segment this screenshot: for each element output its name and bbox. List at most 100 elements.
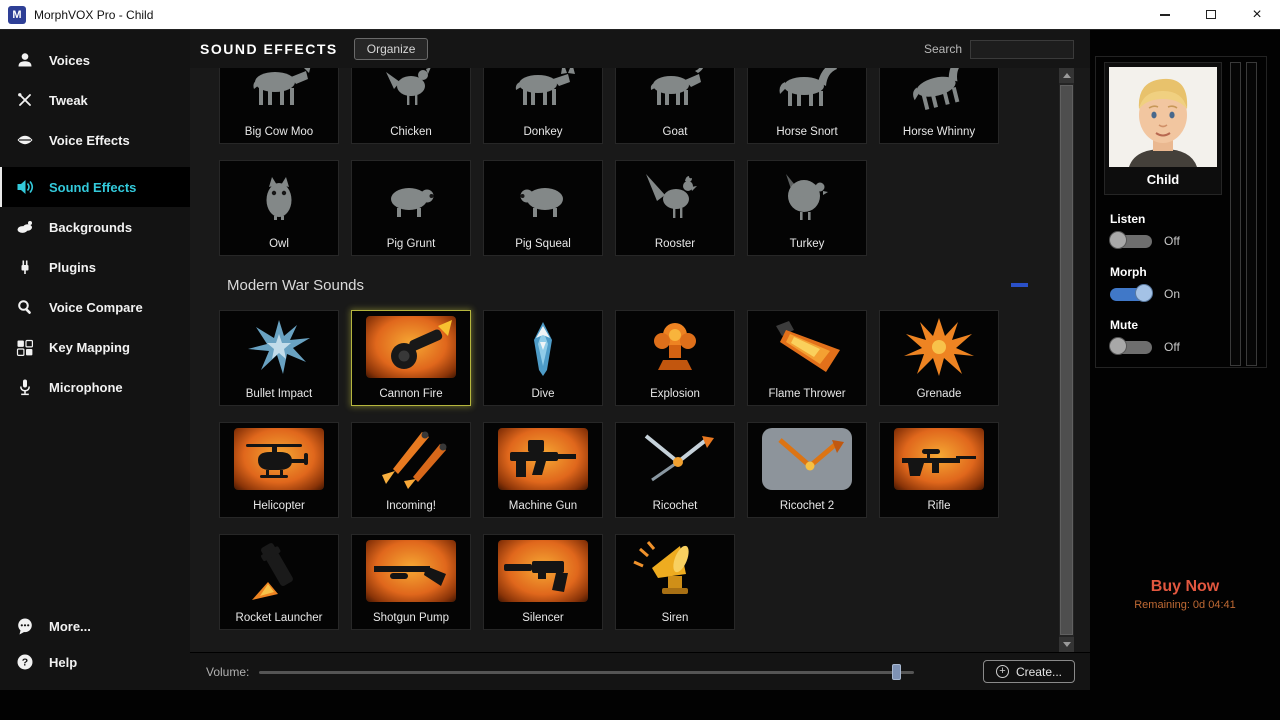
sidebar-item-key-mapping[interactable]: Key Mapping — [0, 327, 190, 367]
backgrounds-icon — [16, 218, 34, 236]
sidebar-item-plugins[interactable]: Plugins — [0, 247, 190, 287]
sound-tile-rifle[interactable]: Rifle — [879, 422, 999, 518]
volume-label: Volume: — [206, 665, 249, 679]
tile-label: Shotgun Pump — [352, 612, 470, 624]
sound-tile-grenade[interactable]: Grenade — [879, 310, 999, 406]
scroll-up-button[interactable] — [1059, 68, 1074, 83]
sound-effects-list: Big Cow Moo ChickenDonkey Goat Horse Snort H… — [190, 68, 1090, 652]
minimize-button[interactable] — [1142, 0, 1188, 29]
sound-tile-donkey[interactable]: Donkey — [483, 68, 603, 144]
voice-card: Child — [1104, 62, 1222, 195]
sound-tile-silencer[interactable]: Silencer — [483, 534, 603, 630]
voice-panel: Child ListenOffMorphOnMuteOff Buy Now Re… — [1090, 30, 1280, 690]
rocket-launcher-icon — [234, 540, 324, 602]
tile-label: Cannon Fire — [352, 388, 470, 400]
sound-tile-big-cow-moo[interactable]: Big Cow Moo — [219, 68, 339, 144]
plugins-icon — [16, 258, 34, 276]
app-icon: M — [8, 6, 26, 24]
tile-label: Helicopter — [220, 500, 338, 512]
app-body: VoicesTweak Voice Effects Sound EffectsBac… — [0, 30, 1280, 690]
buy-now-link[interactable]: Buy Now — [1090, 578, 1280, 596]
sound-group: Big Cow Moo ChickenDonkey Goat Horse Snort H… — [219, 68, 1030, 256]
sidebar-item-label: Voice Effects — [49, 133, 130, 148]
toggle-state: Off — [1164, 234, 1180, 248]
toggle-label: Mute — [1110, 318, 1260, 332]
microphone-icon — [16, 378, 34, 396]
sound-tile-helicopter[interactable]: Helicopter — [219, 422, 339, 518]
volume-slider[interactable] — [259, 663, 914, 681]
sound-tile-owl[interactable]: Owl — [219, 160, 339, 256]
sidebar-item-sound-effects[interactable]: Sound Effects — [0, 167, 190, 207]
content-footer: Volume: + Create... — [190, 652, 1090, 690]
more-icon — [16, 617, 34, 635]
grenade-icon — [894, 316, 984, 378]
mute-toggle[interactable] — [1110, 341, 1152, 354]
volume-handle[interactable] — [892, 664, 901, 680]
voice-compare-icon — [16, 298, 34, 316]
tile-label: Dive — [484, 388, 602, 400]
sound-group-modern-war-sounds: Modern War SoundsBullet ImpactCannon Fir… — [219, 256, 1030, 630]
section-marker — [1011, 283, 1028, 287]
sidebar-item-tweak[interactable]: Tweak — [0, 80, 190, 120]
sidebar-item-voice-compare[interactable]: Voice Compare — [0, 287, 190, 327]
tile-label: Rocket Launcher — [220, 612, 338, 624]
sound-tile-ricochet[interactable]: Ricochet — [615, 422, 735, 518]
listen-toggle[interactable] — [1110, 235, 1152, 248]
sound-tile-machine-gun[interactable]: Machine Gun — [483, 422, 603, 518]
sidebar-item-voice-effects[interactable]: Voice Effects — [0, 120, 190, 160]
sound-tile-shotgun-pump[interactable]: Shotgun Pump — [351, 534, 471, 630]
volume-track — [259, 671, 914, 674]
search-input[interactable] — [970, 40, 1074, 59]
explosion-icon — [630, 316, 720, 378]
sound-tile-horse-snort[interactable]: Horse Snort — [747, 68, 867, 144]
tile-grid: Big Cow Moo ChickenDonkey Goat Horse Snort H… — [219, 68, 1030, 256]
tile-grid: Bullet Impact Cannon Fire Dive ExplosionFla… — [219, 310, 1030, 630]
sound-tile-dive[interactable]: Dive — [483, 310, 603, 406]
tile-label: Horse Snort — [748, 126, 866, 138]
sound-tile-bullet-impact[interactable]: Bullet Impact — [219, 310, 339, 406]
sidebar-item-voices[interactable]: Voices — [0, 40, 190, 80]
sound-tile-pig-squeal[interactable]: Pig Squeal — [483, 160, 603, 256]
sound-tile-rocket-launcher[interactable]: Rocket Launcher — [219, 534, 339, 630]
tile-label: Rooster — [616, 238, 734, 250]
morph-toggle[interactable] — [1110, 288, 1152, 301]
cow-icon — [234, 68, 324, 116]
sidebar-item-more[interactable]: More... — [0, 608, 190, 644]
sound-tile-turkey[interactable]: Turkey — [747, 160, 867, 256]
tile-label: Goat — [616, 126, 734, 138]
trial-remaining-text: Remaining: 0d 04:41 — [1090, 599, 1280, 611]
sound-tile-horse-whinny[interactable]: Horse Whinny — [879, 68, 999, 144]
tile-label: Machine Gun — [484, 500, 602, 512]
scroll-down-button[interactable] — [1059, 637, 1074, 652]
sidebar-item-microphone[interactable]: Microphone — [0, 367, 190, 407]
vertical-scrollbar[interactable] — [1059, 68, 1074, 652]
sidebar-item-help[interactable]: ?Help — [0, 644, 190, 680]
maximize-icon — [1206, 10, 1216, 19]
maximize-button[interactable] — [1188, 0, 1234, 29]
create-button[interactable]: + Create... — [983, 660, 1075, 683]
bullet-impact-icon — [234, 316, 324, 378]
sidebar-item-backgrounds[interactable]: Backgrounds — [0, 207, 190, 247]
child-avatar-image — [1109, 67, 1217, 167]
tile-label: Pig Grunt — [352, 238, 470, 250]
sound-tile-flame-thrower[interactable]: Flame Thrower — [747, 310, 867, 406]
tile-label: Big Cow Moo — [220, 126, 338, 138]
sound-tile-siren[interactable]: Siren — [615, 534, 735, 630]
sound-tile-pig-grunt[interactable]: Pig Grunt — [351, 160, 471, 256]
organize-button[interactable]: Organize — [354, 38, 429, 60]
scrollbar-thumb[interactable] — [1060, 85, 1073, 635]
sound-tile-cannon-fire[interactable]: Cannon Fire — [351, 310, 471, 406]
silencer-icon — [498, 540, 588, 602]
sound-tile-rooster[interactable]: Rooster — [615, 160, 735, 256]
toggle-block-listen: ListenOff — [1110, 212, 1260, 251]
tile-label: Owl — [220, 238, 338, 250]
toggle-state: On — [1164, 287, 1180, 301]
sound-tile-incoming[interactable]: Incoming! — [351, 422, 471, 518]
pig-squeal-icon — [498, 166, 588, 228]
sound-tile-goat[interactable]: Goat — [615, 68, 735, 144]
search-label: Search — [924, 42, 962, 56]
sound-tile-chicken[interactable]: Chicken — [351, 68, 471, 144]
close-button[interactable]: × — [1234, 0, 1280, 29]
sound-tile-ricochet-2[interactable]: Ricochet 2 — [747, 422, 867, 518]
sound-tile-explosion[interactable]: Explosion — [615, 310, 735, 406]
